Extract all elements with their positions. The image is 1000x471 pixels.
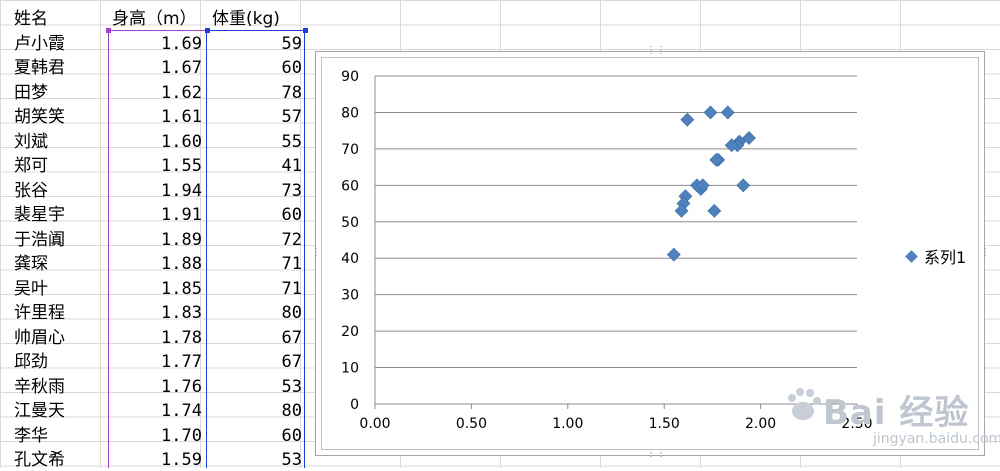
name-cell[interactable]: 邱劲: [14, 349, 106, 373]
data-point: [666, 247, 681, 262]
name-cell[interactable]: 吴叶: [14, 276, 106, 300]
x-tick-label: 1.50: [649, 416, 680, 432]
name-cell[interactable]: 胡笑笑: [14, 104, 106, 128]
name-cell[interactable]: 许里程: [14, 300, 106, 324]
baidu-jingyan-watermark: Bai 经验 jingyan.baidu.com: [788, 383, 1000, 463]
y-tick-label: 70: [341, 142, 359, 158]
chart-resize-handle-left[interactable]: ⋮: [311, 248, 321, 258]
selection-handle[interactable]: [303, 28, 308, 33]
chart-resize-handle-top[interactable]: ⋮⋮: [646, 46, 666, 56]
y-tick-label: 20: [341, 324, 359, 340]
name-cell[interactable]: 夏韩君: [14, 55, 106, 79]
chart-legend[interactable]: 系列1: [905, 244, 967, 268]
data-point: [709, 152, 724, 167]
header-row: 姓名 身高（m） 体重(kg): [0, 6, 310, 30]
x-tick-label: 0.00: [359, 416, 390, 432]
watermark-url: jingyan.baidu.com: [873, 431, 1000, 447]
name-cell[interactable]: 郑可: [14, 153, 106, 177]
y-tick-label: 60: [341, 178, 359, 194]
name-cell[interactable]: 江曼天: [14, 398, 106, 422]
data-point: [720, 105, 735, 120]
y-tick-label: 40: [341, 251, 359, 267]
name-cell[interactable]: 田梦: [14, 80, 106, 104]
legend-series-label: 系列1: [924, 248, 967, 267]
header-name[interactable]: 姓名: [14, 6, 106, 30]
x-tick-label: 0.50: [456, 416, 487, 432]
name-cell[interactable]: 辛秋雨: [14, 374, 106, 398]
selection-handle[interactable]: [205, 28, 210, 33]
x-tick-label: 1.00: [552, 416, 583, 432]
header-height[interactable]: 身高（m）: [112, 6, 206, 30]
chart-resize-handle-right[interactable]: ⋮: [980, 248, 990, 258]
x-tick-label: 2.00: [745, 416, 776, 432]
watermark-title: Bai 经验: [823, 393, 970, 433]
y-tick-label: 10: [341, 361, 359, 377]
name-cell[interactable]: 卢小霞: [14, 31, 106, 55]
data-point: [703, 105, 718, 120]
data-point: [707, 203, 722, 218]
y-tick-label: 30: [341, 288, 359, 304]
name-cell[interactable]: 帅眉心: [14, 325, 106, 349]
name-cell[interactable]: 孔文希: [14, 447, 106, 471]
name-cell[interactable]: 裴星宇: [14, 202, 106, 226]
name-cell[interactable]: 刘斌: [14, 129, 106, 153]
height-column-selection[interactable]: [108, 30, 207, 468]
baidu-paw-logo-icon: [788, 388, 821, 420]
selection-handle[interactable]: [106, 28, 111, 33]
y-tick-label: 50: [341, 215, 359, 231]
header-weight[interactable]: 体重(kg): [212, 6, 306, 30]
y-tick-label: 0: [350, 397, 359, 413]
chart-resize-handle-bottom[interactable]: ⋮⋮: [646, 449, 666, 459]
y-tick-label: 80: [341, 105, 359, 121]
name-cell[interactable]: 龚琛: [14, 251, 106, 275]
data-point: [736, 178, 751, 193]
diamond-marker-icon: [905, 250, 918, 263]
y-tick-label: 90: [341, 69, 359, 85]
name-cell[interactable]: 于浩阗: [14, 227, 106, 251]
name-cell[interactable]: 张谷: [14, 178, 106, 202]
data-point: [680, 112, 695, 127]
name-cell[interactable]: 李华: [14, 423, 106, 447]
weight-column-selection[interactable]: [207, 30, 305, 468]
